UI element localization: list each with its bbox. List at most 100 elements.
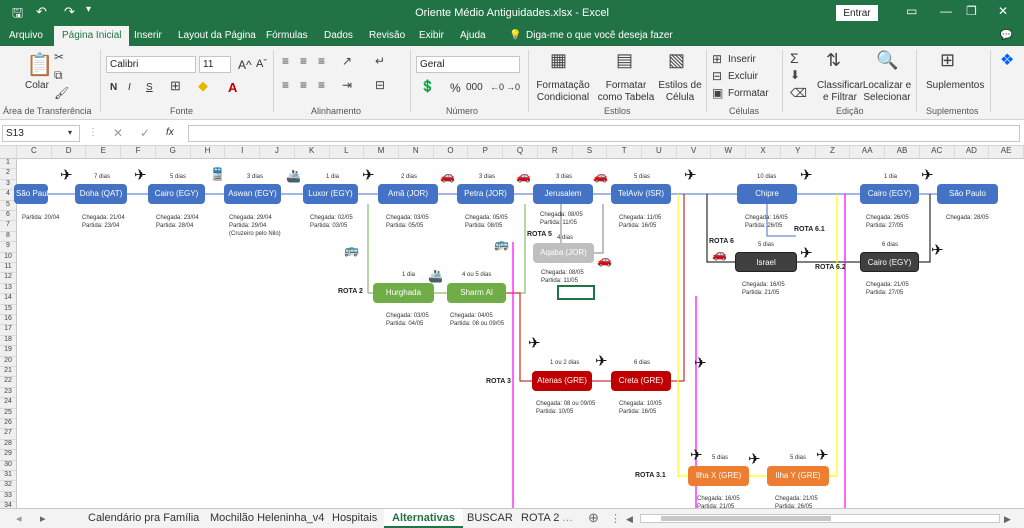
node-ilha-x[interactable]: Ilha X (GRE) — [688, 466, 749, 486]
delete-cells-button[interactable]: Excluir — [728, 71, 758, 82]
tab-dados[interactable]: Dados — [324, 30, 353, 41]
align-right-icon[interactable]: ≡ — [318, 78, 325, 92]
tab-pagina-inicial[interactable]: Página Inicial — [54, 26, 130, 46]
next-sheet-icon[interactable]: ▸ — [40, 512, 46, 525]
format-table-icon[interactable]: ▤ — [616, 50, 633, 71]
align-left-icon[interactable]: ≡ — [282, 78, 289, 92]
align-center-icon[interactable]: ≡ — [300, 78, 307, 92]
sheet-tab-alternativas[interactable]: Alternativas — [384, 509, 463, 528]
font-size-dropdown[interactable]: 11 — [199, 56, 231, 73]
node-sao-paulo-return[interactable]: São Paulo — [937, 184, 998, 204]
hscroll-left-icon[interactable]: ◀ — [626, 514, 633, 525]
maximize-icon[interactable]: ❐ — [966, 4, 977, 18]
horizontal-scrollbar[interactable] — [640, 514, 1000, 523]
accounting-icon[interactable]: 💲 — [420, 79, 435, 93]
increase-decimal-icon[interactable]: ←0 — [490, 82, 504, 92]
insert-cells-icon[interactable]: ⊞ — [712, 52, 722, 66]
sheet-tab-hospitais[interactable]: Hospitais — [332, 512, 377, 524]
scroll-separator-icon[interactable]: ⋮ — [610, 512, 621, 525]
cell-styles-button[interactable]: Estilos de Célula — [658, 80, 702, 104]
align-bottom-icon[interactable]: ≡ — [318, 54, 325, 68]
ribbon-display-icon[interactable]: ▭ — [906, 4, 917, 18]
node-luxor[interactable]: Luxor (EGY) — [303, 184, 358, 204]
node-telaviv[interactable]: TelAviv (ISR) — [611, 184, 671, 204]
cut-icon[interactable]: ✂ — [54, 50, 64, 64]
tab-revisao[interactable]: Revisão — [369, 30, 405, 41]
paste-icon[interactable]: 📋 — [26, 52, 53, 78]
insert-cells-button[interactable]: Inserir — [728, 54, 756, 65]
clear-icon[interactable]: ⌫ — [790, 86, 807, 100]
addins-icon[interactable]: ⊞ — [940, 50, 955, 71]
node-jerusalem[interactable]: Jerusalem — [533, 184, 593, 204]
shrink-font-icon[interactable]: Aˇ — [256, 58, 267, 70]
node-sharm[interactable]: Sharm Al — [447, 283, 506, 303]
comments-icon[interactable]: 💬 — [1000, 30, 1012, 41]
node-hurghada[interactable]: Hurghada — [373, 283, 434, 303]
cell-styles-icon[interactable]: ▧ — [668, 50, 685, 71]
orientation-icon[interactable]: ↗ — [342, 54, 352, 68]
node-ama[interactable]: Amã (JOR) — [378, 184, 438, 204]
tab-arquivo[interactable]: Arquivo — [9, 30, 43, 41]
sheet-tab-buscar[interactable]: BUSCAR — [467, 512, 513, 524]
name-box-dropdown-icon[interactable]: ▾ — [68, 128, 72, 137]
align-top-icon[interactable]: ≡ — [282, 54, 289, 68]
format-table-button[interactable]: Formatar como Tabela — [594, 80, 658, 104]
italic-button[interactable]: I — [128, 82, 131, 93]
merge-center-icon[interactable]: ⊟ — [375, 78, 385, 92]
node-aswan[interactable]: Aswan (EGY) — [224, 184, 281, 204]
copy-icon[interactable]: ⧉ — [54, 68, 63, 83]
underline-button[interactable]: S — [146, 82, 153, 93]
tab-inserir[interactable]: Inserir — [134, 30, 162, 41]
wrap-text-icon[interactable]: ↵ — [375, 54, 385, 68]
sort-filter-button[interactable]: Classificar e Filtrar — [816, 80, 864, 104]
tab-layout[interactable]: Layout da Página — [178, 30, 256, 41]
align-middle-icon[interactable]: ≡ — [300, 54, 307, 68]
hscroll-right-icon[interactable]: ▶ — [1004, 514, 1011, 525]
dropbox-icon[interactable]: ❖ — [1000, 50, 1014, 70]
tab-ajuda[interactable]: Ajuda — [460, 30, 486, 41]
node-atenas[interactable]: Atenas (GRE) — [532, 371, 592, 391]
worksheet-grid[interactable]: C D E F G H I J K L M N O P Q R S T U V W X Y Z AA AB AC AD AE 12345… — [0, 146, 1024, 508]
node-doha[interactable]: Doha (QAT) — [75, 184, 127, 204]
node-petra[interactable]: Petra (JOR) — [457, 184, 514, 204]
indent-icon[interactable]: ⇥ — [342, 78, 352, 92]
conditional-format-button[interactable]: Formatação Condicional — [534, 80, 592, 104]
find-select-button[interactable]: Localizar e Selecionar — [862, 80, 912, 104]
format-cells-button[interactable]: Formatar — [728, 88, 769, 99]
more-sheets-icon[interactable]: … — [562, 512, 573, 524]
node-cairo-2[interactable]: Cairo (EGY) — [860, 184, 919, 204]
find-select-icon[interactable]: 🔍 — [876, 50, 898, 71]
function-icon[interactable]: fx — [166, 127, 174, 138]
cancel-icon[interactable]: ✕ — [113, 126, 123, 140]
sheet-tab-mochilao[interactable]: Mochilão Heleninha_v4 — [210, 512, 324, 524]
node-creta[interactable]: Creta (GRE) — [611, 371, 671, 391]
conditional-format-icon[interactable]: ▦ — [550, 50, 567, 71]
add-sheet-icon[interactable]: ⊕ — [588, 510, 599, 526]
paste-button[interactable]: Colar — [25, 80, 49, 91]
enter-icon[interactable]: ✓ — [140, 126, 150, 140]
node-israel[interactable]: Israel — [735, 252, 797, 272]
scrollbar-thumb[interactable] — [661, 516, 831, 521]
sheet-tab-calendario[interactable]: Calendário pra Família — [88, 512, 199, 524]
font-color-icon[interactable]: A — [228, 80, 237, 95]
formula-input[interactable] — [188, 125, 1020, 142]
signin-button[interactable]: Entrar — [836, 5, 878, 21]
font-name-dropdown[interactable]: Calibri — [106, 56, 196, 73]
number-format-dropdown[interactable]: Geral — [416, 56, 520, 73]
format-cells-icon[interactable]: ▣ — [712, 86, 723, 100]
addins-button[interactable]: Suplementos — [926, 80, 984, 91]
grow-font-icon[interactable]: A^ — [238, 58, 252, 72]
node-aqaba[interactable]: Aqaba (JOR) — [533, 243, 594, 263]
percent-button[interactable]: % — [450, 81, 461, 95]
node-chipre[interactable]: Chipre — [737, 184, 797, 204]
fill-icon[interactable]: ⬇ — [790, 68, 800, 82]
borders-icon[interactable]: ⊞ — [170, 78, 181, 94]
node-ilha-y[interactable]: Ilha Y (GRE) — [767, 466, 829, 486]
autosum-icon[interactable]: Σ — [790, 50, 799, 66]
bold-button[interactable]: N — [110, 82, 117, 93]
node-cairo-3[interactable]: Cairo (EGY) — [860, 252, 919, 272]
decrease-decimal-icon[interactable]: →0 — [506, 82, 520, 92]
sheet-tab-rota2[interactable]: ROTA 2 — [521, 512, 559, 524]
fill-color-icon[interactable]: ◆ — [198, 78, 208, 94]
tab-formulas[interactable]: Fórmulas — [266, 30, 308, 41]
